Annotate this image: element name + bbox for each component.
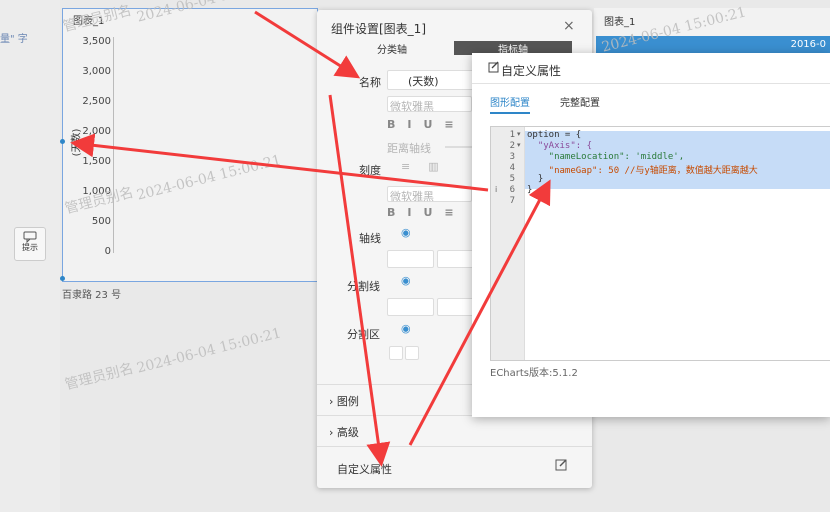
arrow bbox=[70, 133, 489, 192]
arrow bbox=[328, 94, 391, 467]
arrow bbox=[408, 179, 551, 446]
annotation-arrows bbox=[70, 10, 551, 467]
arrow bbox=[254, 10, 361, 79]
